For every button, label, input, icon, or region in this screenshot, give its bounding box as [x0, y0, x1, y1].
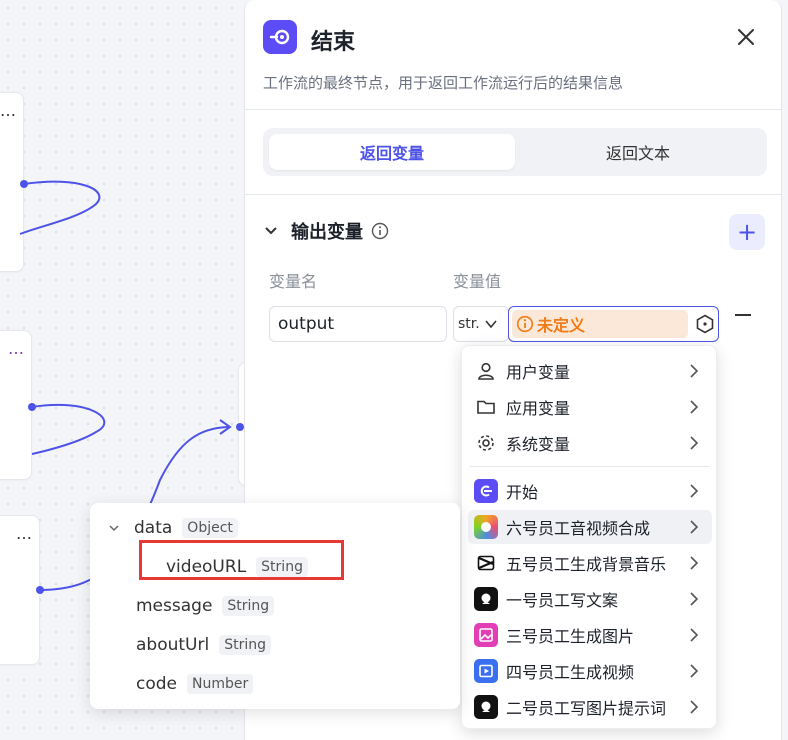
- chevron-right-icon: [688, 435, 700, 455]
- node-output-tree: data Object videoURL String message Stri…: [90, 503, 460, 709]
- menu-item-app-variables[interactable]: 应用变量: [468, 390, 712, 424]
- variable-name-input[interactable]: [269, 306, 447, 342]
- chevron-right-icon: [688, 363, 700, 383]
- capcut-icon: [474, 551, 498, 575]
- chevron-right-icon: [688, 519, 700, 539]
- tree-row-message[interactable]: message String: [136, 592, 275, 620]
- tree-row-data[interactable]: data Object: [108, 514, 238, 542]
- close-icon[interactable]: [733, 24, 759, 50]
- menu-item-node-image-gen[interactable]: 三号员工生成图片: [468, 618, 712, 652]
- variable-type-select[interactable]: str.: [453, 306, 509, 342]
- type-badge: String: [219, 635, 271, 655]
- plugin-icon: [474, 515, 498, 539]
- undefined-value-label: 未定义: [537, 316, 586, 335]
- tab-return-text[interactable]: 返回文本: [515, 134, 761, 170]
- variable-type-value: str.: [458, 316, 480, 332]
- tab-return-variables[interactable]: 返回变量: [269, 134, 515, 170]
- bot-icon: [474, 695, 498, 719]
- bot-icon: [474, 587, 498, 611]
- menu-item-label: 四号员工生成视频: [506, 663, 635, 682]
- menu-item-node-copywriting[interactable]: 一号员工写文案: [468, 582, 712, 616]
- start-node-icon: [474, 479, 498, 503]
- info-icon[interactable]: [371, 222, 389, 240]
- chevron-right-icon: [688, 483, 700, 503]
- annotation-highlight-box: [139, 540, 344, 580]
- column-label-value: 变量值: [453, 272, 502, 291]
- menu-item-node-bg-music[interactable]: 五号员工生成背景音乐: [468, 546, 712, 580]
- image-icon: [474, 623, 498, 647]
- variable-source-menu: 用户变量 应用变量 系统变量 开始 六号员工音视频合成 五号员工生成背景音乐 一…: [461, 345, 717, 729]
- menu-item-label: 系统变量: [506, 435, 571, 454]
- chevron-down-icon[interactable]: [263, 223, 279, 239]
- menu-item-node-video-gen[interactable]: 四号员工生成视频: [468, 654, 712, 688]
- user-icon: [474, 359, 498, 383]
- gear-icon: [474, 431, 498, 455]
- field-name: data: [134, 518, 173, 538]
- menu-item-user-variables[interactable]: 用户变量: [468, 354, 712, 388]
- chevron-right-icon: [688, 555, 700, 575]
- tree-row-code[interactable]: code Number: [136, 670, 254, 698]
- menu-item-label: 二号员工写图片提示词: [506, 699, 667, 718]
- folder-icon: [474, 395, 498, 419]
- panel-title: 结束: [311, 30, 356, 55]
- field-name: aboutUrl: [136, 635, 210, 655]
- panel-header: 结束 工作流的最终节点，用于返回工作流运行后的结果信息: [245, 0, 781, 110]
- type-badge: Number: [187, 674, 254, 694]
- variable-value-field[interactable]: 未定义: [508, 306, 719, 342]
- warning-info-icon: [516, 315, 534, 333]
- chevron-right-icon: [688, 699, 700, 719]
- variable-picker-icon[interactable]: [694, 313, 715, 335]
- menu-item-node-image-prompt[interactable]: 二号员工写图片提示词: [468, 690, 712, 724]
- type-badge: Object: [182, 518, 238, 538]
- menu-item-label: 用户变量: [506, 363, 571, 382]
- divider: [245, 194, 781, 195]
- menu-item-node-av-synthesis[interactable]: 六号员工音视频合成: [468, 510, 712, 544]
- chevron-right-icon: [688, 399, 700, 419]
- menu-item-label: 六号员工音视频合成: [506, 519, 651, 538]
- chevron-right-icon: [688, 591, 700, 611]
- add-variable-button[interactable]: +: [729, 214, 765, 250]
- menu-item-label: 应用变量: [506, 399, 571, 418]
- menu-item-label: 一号员工写文案: [506, 591, 619, 610]
- remove-variable-button[interactable]: [735, 314, 751, 316]
- menu-item-label: 三号员工生成图片: [506, 627, 635, 646]
- panel-description: 工作流的最终节点，用于返回工作流运行后的结果信息: [263, 74, 624, 92]
- undefined-value-tag[interactable]: 未定义: [512, 310, 688, 338]
- video-icon: [474, 659, 498, 683]
- column-label-name: 变量名: [269, 272, 318, 291]
- output-section-header[interactable]: 输出变量: [263, 216, 389, 246]
- end-node-icon: [263, 20, 297, 54]
- field-name: code: [136, 674, 177, 694]
- menu-item-system-variables[interactable]: 系统变量: [468, 426, 712, 460]
- type-badge: String: [222, 596, 275, 616]
- field-name: message: [136, 596, 213, 616]
- menu-item-node-start[interactable]: 开始: [468, 474, 712, 508]
- chevron-down-icon: [484, 317, 498, 331]
- output-section-title: 输出变量: [291, 222, 363, 243]
- plus-icon: +: [736, 218, 758, 246]
- return-mode-tabs: 返回变量 返回文本: [263, 128, 767, 176]
- menu-item-label: 开始: [506, 483, 539, 502]
- tree-row-abouturl[interactable]: aboutUrl String: [136, 631, 271, 659]
- chevron-right-icon: [688, 627, 700, 647]
- chevron-down-icon[interactable]: [108, 522, 120, 534]
- menu-divider: [470, 466, 710, 467]
- chevron-right-icon: [688, 663, 700, 683]
- menu-item-label: 五号员工生成背景音乐: [506, 555, 667, 574]
